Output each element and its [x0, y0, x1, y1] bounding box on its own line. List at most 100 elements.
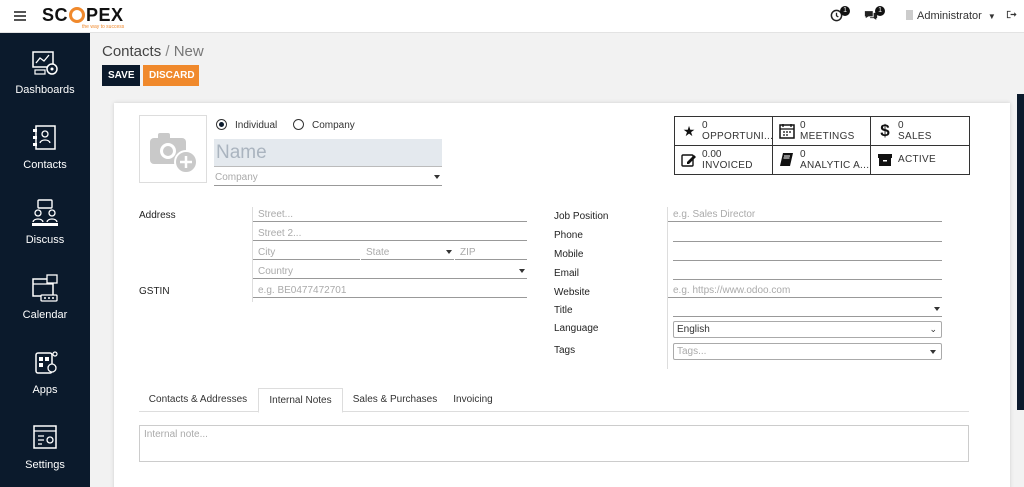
sidebar-item-contacts[interactable]: Contacts: [0, 123, 90, 171]
form-sheet: Individual Company Name Company ★ 0 OPPO…: [114, 103, 1010, 487]
sidebar-item-label: Settings: [25, 459, 65, 471]
apps-icon: [35, 351, 58, 374]
tab-sales-purchases[interactable]: Sales & Purchases: [345, 388, 445, 413]
calendar-icon: [32, 274, 58, 302]
tags-placeholder: Tags...: [677, 346, 707, 357]
edit-icon: [681, 152, 697, 168]
app-logo[interactable]: SC PEX the way to success: [42, 5, 124, 30]
chevron-down-icon: ▼: [987, 12, 996, 21]
sidebar-item-label: Discuss: [25, 234, 65, 246]
breadcrumb-current: New: [173, 43, 204, 60]
name-input[interactable]: Name: [214, 139, 442, 167]
zip-input[interactable]: ZIP: [455, 247, 527, 260]
website-label: Website: [554, 287, 590, 298]
sidebar-item-apps[interactable]: Apps: [0, 348, 90, 396]
street2-input[interactable]: Street 2...: [253, 228, 527, 241]
notebook-tabs: Contacts & Addresses Internal Notes Sale…: [139, 388, 969, 413]
breadcrumb-parent-link[interactable]: Contacts: [102, 43, 161, 60]
scrollbar[interactable]: [1017, 94, 1024, 410]
avatar-upload[interactable]: [139, 115, 207, 183]
activity-count-badge: 1: [840, 6, 850, 16]
city-input[interactable]: City: [253, 247, 360, 260]
messages-icon[interactable]: 1: [864, 6, 885, 25]
gstin-input[interactable]: e.g. BE0477472701: [253, 285, 527, 298]
tab-internal-notes[interactable]: Internal Notes: [258, 388, 343, 413]
caret-down-icon: [934, 307, 940, 311]
email-input[interactable]: [673, 267, 942, 280]
sidebar-item-label: Dashboards: [15, 84, 75, 96]
book-icon: [779, 152, 795, 168]
title-select[interactable]: [673, 304, 942, 317]
company-label: Company: [312, 120, 355, 131]
language-label: Language: [554, 323, 599, 334]
street-input[interactable]: Street...: [253, 209, 527, 222]
email-label: Email: [554, 268, 580, 279]
individual-label: Individual: [235, 120, 278, 131]
messages-count-badge: 1: [875, 6, 885, 16]
address-label: Address: [139, 210, 176, 221]
phone-label: Phone: [554, 230, 583, 241]
invoiced-button[interactable]: 0.00 INVOICED: [675, 146, 773, 175]
company-radio[interactable]: Company: [293, 119, 355, 131]
star-icon: ★: [682, 123, 696, 139]
tab-invoicing[interactable]: Invoicing: [445, 388, 501, 413]
app-sidebar: Dashboards Contacts Discuss Calendar App…: [0, 33, 90, 487]
language-value: English: [677, 324, 710, 335]
sales-button[interactable]: $ 0 SALES: [871, 117, 969, 146]
analytic-accounts-button[interactable]: 0 ANALYTIC A...: [773, 146, 871, 175]
mobile-input[interactable]: [673, 248, 942, 261]
breadcrumb-separator: /: [165, 43, 170, 60]
logout-icon[interactable]: [1006, 9, 1017, 23]
dollar-icon: $: [880, 121, 890, 140]
opportunities-button[interactable]: ★ 0 OPPORTUNI...: [675, 117, 773, 146]
settings-icon: [33, 425, 57, 449]
user-menu[interactable]: Administrator ▼: [906, 10, 996, 22]
smart-buttons: ★ 0 OPPORTUNI... 0 MEETINGS $ 0 SALES 0.…: [674, 116, 970, 175]
dashboard-icon: [32, 51, 58, 75]
user-name: Administrator: [917, 10, 982, 22]
avatar: [906, 10, 913, 20]
caret-down-icon: [930, 350, 936, 354]
active-toggle-button[interactable]: ACTIVE: [871, 146, 969, 175]
country-placeholder: Country: [258, 266, 294, 277]
radio-selected-icon: [216, 119, 227, 130]
sidebar-item-settings[interactable]: Settings: [0, 423, 90, 471]
state-placeholder: State: [366, 247, 390, 258]
tags-label: Tags: [554, 345, 576, 356]
country-select[interactable]: Country: [253, 266, 527, 279]
company-select[interactable]: Company: [214, 172, 442, 186]
tab-contacts-addresses[interactable]: Contacts & Addresses: [139, 388, 257, 413]
sidebar-item-calendar[interactable]: Calendar: [0, 273, 90, 321]
sidebar-item-label: Contacts: [23, 159, 67, 171]
camera-add-icon: [150, 133, 198, 174]
job-position-input[interactable]: e.g. Sales Director: [668, 209, 942, 222]
caret-down-icon: [434, 175, 440, 179]
contacts-icon: [33, 125, 56, 150]
sidebar-item-discuss[interactable]: Discuss: [0, 198, 90, 246]
caret-down-icon: [446, 250, 452, 254]
breadcrumb: Contacts / New: [102, 43, 204, 60]
chevron-down-icon: ⌄: [929, 324, 937, 334]
discuss-icon: [32, 199, 58, 226]
save-button[interactable]: SAVE: [102, 65, 140, 86]
job-position-label: Job Position: [554, 211, 609, 222]
caret-down-icon: [519, 269, 525, 273]
phone-input[interactable]: [673, 229, 942, 242]
archive-icon: [877, 152, 893, 168]
state-select[interactable]: State: [361, 247, 454, 260]
calendar-icon: [779, 123, 795, 139]
meetings-button[interactable]: 0 MEETINGS: [773, 117, 871, 146]
individual-radio[interactable]: Individual: [216, 119, 277, 131]
sidebar-item-label: Apps: [32, 384, 58, 396]
menu-toggle-icon[interactable]: [14, 11, 26, 21]
internal-note-textarea[interactable]: Internal note...: [139, 425, 969, 462]
sidebar-item-label: Calendar: [22, 309, 68, 321]
title-label: Title: [554, 305, 573, 316]
tags-select[interactable]: Tags...: [673, 343, 942, 360]
activity-clock-icon[interactable]: 1: [830, 6, 850, 25]
discard-button[interactable]: DISCARD: [143, 65, 199, 86]
top-bar: SC PEX the way to success 1 1 Administrat…: [0, 0, 1024, 33]
language-select[interactable]: English ⌄: [673, 321, 942, 338]
sidebar-item-dashboards[interactable]: Dashboards: [0, 48, 90, 96]
website-input[interactable]: e.g. https://www.odoo.com: [668, 285, 942, 298]
